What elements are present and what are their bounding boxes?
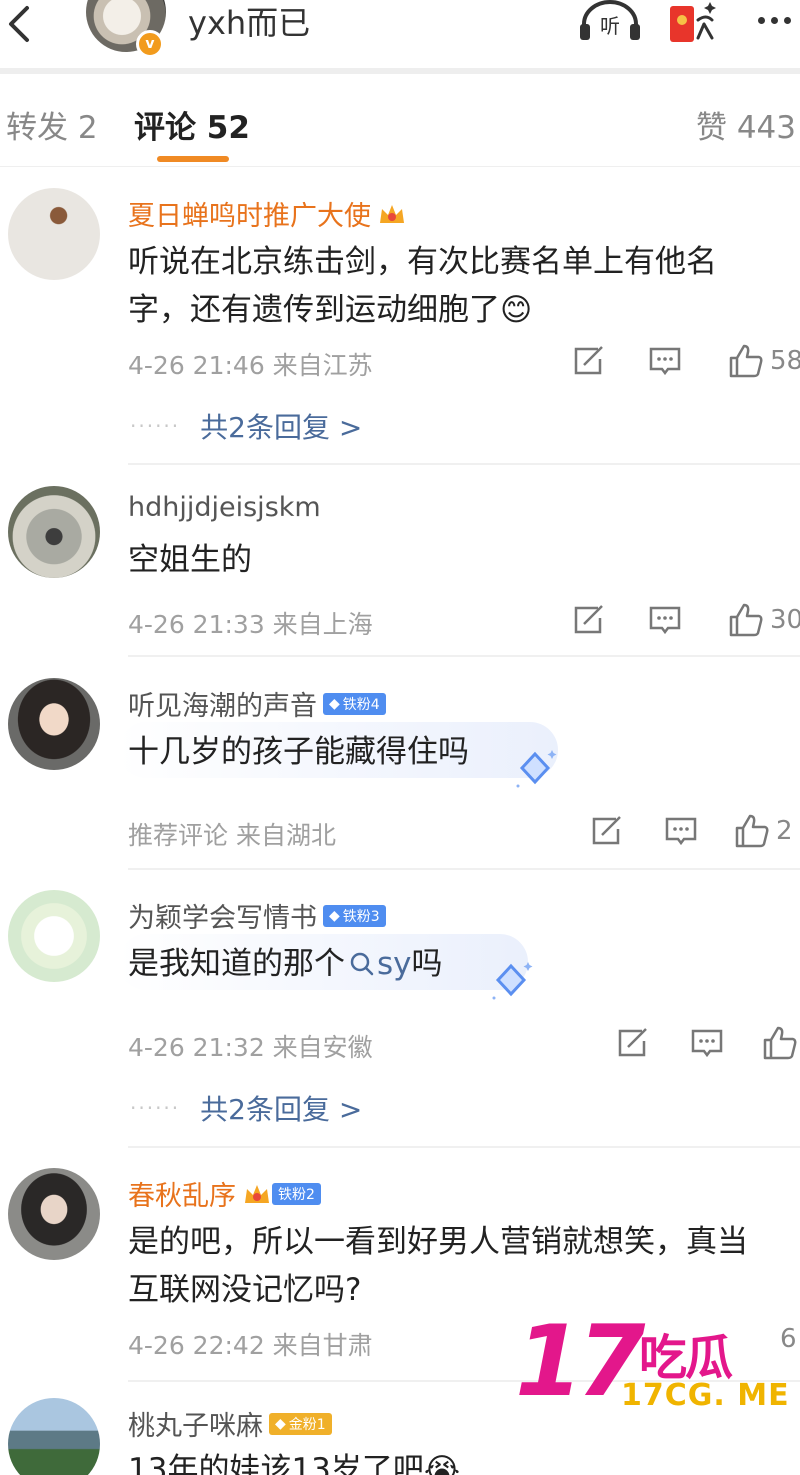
comment-actions: 30 (572, 603, 800, 637)
dot-icon (783, 16, 791, 24)
repost-icon[interactable] (572, 345, 606, 377)
comment-username[interactable]: 听见海潮的声音 ◆ 铁粉4 (128, 684, 386, 723)
fan-badge: ◆ 铁粉3 (323, 904, 386, 927)
crown-badge-icon (380, 204, 404, 223)
comment-divider (128, 655, 800, 657)
avatar[interactable] (8, 1398, 100, 1475)
gold-fan-badge: ◆ 金粉1 (269, 1412, 332, 1435)
avatar[interactable] (8, 486, 100, 578)
thumbs-up-icon[interactable] (728, 603, 764, 637)
tab-forwards[interactable]: 转发 2 (6, 102, 98, 147)
smile-emoji-icon: 😊 (500, 292, 533, 328)
search-icon (350, 952, 374, 976)
comment-actions: 2 (590, 814, 793, 848)
verified-badge-icon: v (136, 30, 164, 58)
comment-text: 是我知道的那个 sy 吗 (128, 940, 768, 988)
comment-actions: 58 (572, 344, 800, 378)
comment-text: 十几岁的孩子能藏得住吗 (128, 734, 469, 770)
page-title: yxh而已 (188, 4, 311, 42)
comment-meta: 4-26 22:42 来自甘肃 (128, 1331, 373, 1360)
more-options-button[interactable] (748, 0, 800, 40)
like-count: 58 (770, 346, 800, 376)
comment-text: 13年的娃该13岁了吧😭 (128, 1446, 768, 1475)
comment-username[interactable]: 为颖学会写情书 ◆ 铁粉3 (128, 896, 386, 935)
comment-meta: 4-26 21:33 来自上海 (128, 610, 373, 639)
listen-button[interactable]: 听 (578, 0, 642, 42)
diamond-icon: ◆ (329, 907, 340, 924)
watermark-logo: 17 吃瓜 17CG. ME (515, 1312, 800, 1432)
repost-icon[interactable] (572, 604, 606, 636)
search-term-link[interactable]: sy (345, 940, 412, 988)
view-replies-link[interactable]: ······ 共2条回复 > (130, 406, 362, 446)
comment-icon[interactable] (648, 604, 682, 636)
comment-username[interactable]: 桃丸子咪麻 ◆ 金粉1 (128, 1404, 332, 1443)
comment-username[interactable]: 夏日蝉鸣时推广大使 (128, 194, 407, 233)
thumbs-up-icon[interactable] (762, 1026, 798, 1060)
red-packet-icon (670, 2, 716, 42)
tab-divider (0, 166, 800, 167)
watermark-url: 17CG. ME (621, 1378, 790, 1413)
comment-text: 空姐生的 (128, 542, 252, 578)
comment-meta: 4-26 21:32 来自安徽 (128, 1033, 373, 1062)
thumbs-up-icon[interactable] (728, 344, 764, 378)
comment-username[interactable]: hdhjjdjeisjskm (128, 492, 321, 523)
comment-actions (616, 1026, 798, 1060)
sparkle-diamond-icon (492, 962, 533, 1000)
comment-meta: 推荐评论 来自湖北 (128, 821, 336, 850)
repost-icon[interactable] (616, 1027, 650, 1059)
like-count: 30 (770, 605, 800, 635)
fan-badge: ◆ 铁粉4 (323, 692, 386, 715)
comment-divider (128, 868, 800, 870)
comment-icon[interactable] (690, 1027, 724, 1059)
comment-divider (128, 1146, 800, 1148)
diamond-icon: ◆ (275, 1415, 286, 1432)
svg-text:听: 听 (600, 14, 620, 38)
avatar[interactable] (8, 678, 100, 770)
comment-meta: 4-26 21:46 来自江苏 (128, 351, 373, 380)
avatar[interactable] (8, 188, 100, 280)
tab-bar: 转发 2 评论 52 赞 443 (0, 74, 800, 166)
diamond-icon: ◆ (329, 695, 340, 712)
dot-icon (770, 16, 778, 24)
avatar[interactable] (8, 890, 100, 982)
back-button[interactable] (0, 0, 40, 48)
sparkle-diamond-icon (516, 750, 557, 788)
avatar[interactable] (8, 1168, 100, 1260)
top-bar: v yxh而已 听 (0, 0, 800, 68)
comment-username[interactable]: 春秋乱序 铁粉2 (128, 1174, 321, 1213)
fan-badge: 铁粉2 (272, 1182, 321, 1205)
repost-icon[interactable] (590, 815, 624, 847)
chevron-left-icon (9, 6, 29, 42)
crown-badge-icon (245, 1184, 269, 1203)
comment-divider (128, 463, 800, 465)
headphones-icon: 听 (580, 0, 640, 40)
thumbs-up-icon[interactable] (734, 814, 770, 848)
comment-icon[interactable] (664, 815, 698, 847)
like-count: 2 (776, 816, 793, 846)
comment-text: 是的吧，所以一看到好男人营销就想笑，真当互联网没记忆吗? (128, 1224, 748, 1308)
dot-icon (757, 16, 765, 24)
view-replies-link[interactable]: ······ 共2条回复 > (130, 1088, 362, 1128)
red-packet-button[interactable] (668, 0, 720, 48)
comment-text: 听说在北京练击剑，有次比赛名单上有他名字，还有遗传到运动细胞了😊 (128, 244, 717, 328)
crying-emoji-icon: 😭 (423, 1452, 461, 1475)
active-tab-indicator (157, 156, 229, 162)
tab-likes[interactable]: 赞 443 (696, 102, 796, 147)
comment-icon[interactable] (648, 345, 682, 377)
